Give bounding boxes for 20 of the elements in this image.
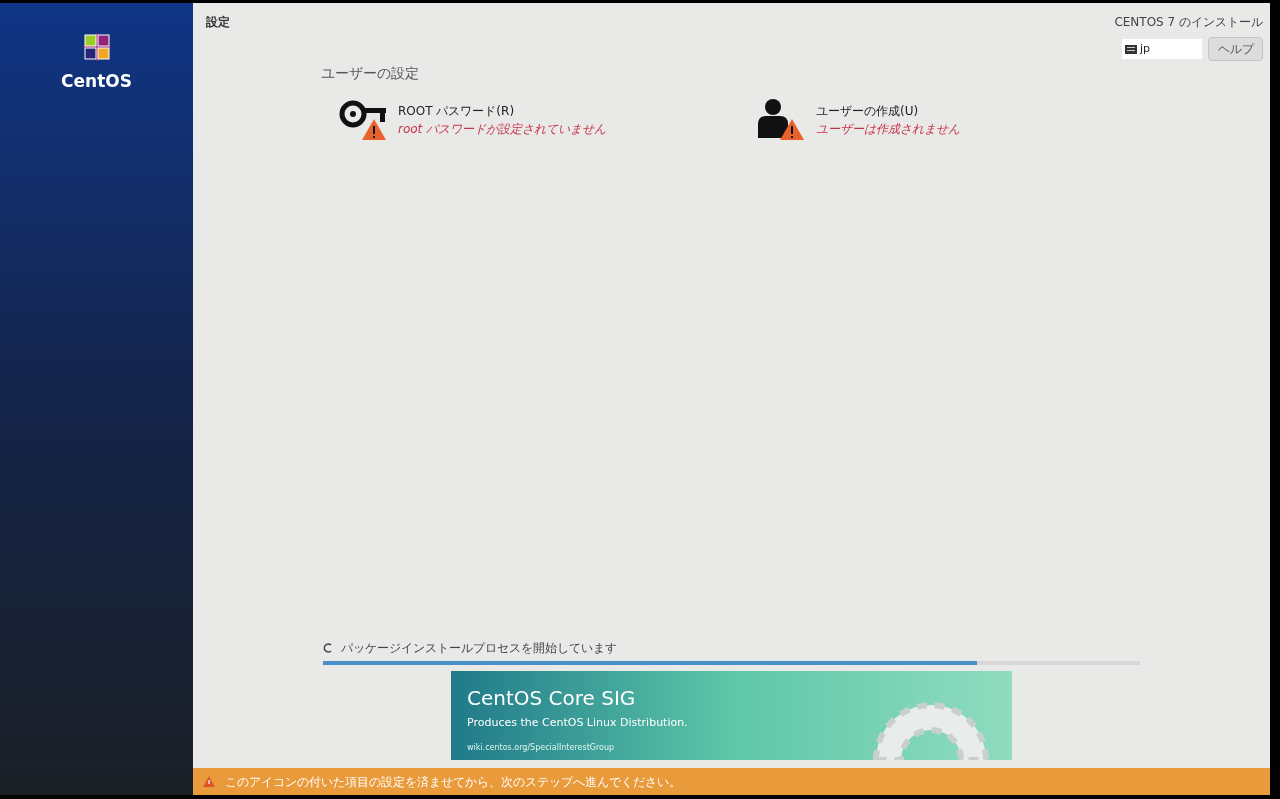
banner-subtitle: Produces the CentOS Linux Distribution. bbox=[467, 715, 688, 731]
warning-icon bbox=[203, 776, 215, 787]
product-title: CENTOS 7 のインストール bbox=[1114, 14, 1263, 31]
banner-title: CentOS Core SIG bbox=[467, 685, 637, 712]
spoke-status: root パスワードが設定されていません bbox=[398, 121, 607, 138]
settings-spoke[interactable]: ROOT パスワード(R) root パスワードが設定されていません bbox=[338, 98, 756, 140]
settings-spoke[interactable]: ユーザーの作成(U) ユーザーは作成されません bbox=[756, 98, 960, 140]
spoke-status: ユーザーは作成されません bbox=[816, 121, 960, 138]
page-title: 設定 bbox=[206, 14, 230, 31]
section-heading: ユーザーの設定 bbox=[321, 64, 420, 83]
keyboard-icon bbox=[1125, 44, 1137, 54]
spoke-title: ユーザーの作成(U) bbox=[816, 103, 920, 120]
help-button[interactable]: ヘルプ bbox=[1208, 37, 1263, 61]
spoke-title: ROOT パスワード(R) bbox=[398, 103, 516, 120]
logo-text: CentOS bbox=[61, 70, 132, 93]
banner-url: wiki.centos.org/SpecialInterestGroup bbox=[467, 741, 616, 754]
warning-message: このアイコンの付いた項目の設定を済ませてから、次のステップへ進んでください。 bbox=[225, 773, 681, 791]
spinner-icon bbox=[323, 643, 333, 653]
progress-label: パッケージインストールプロセスを開始しています bbox=[341, 640, 617, 657]
keyboard-layout-field[interactable]: jp bbox=[1122, 39, 1202, 59]
